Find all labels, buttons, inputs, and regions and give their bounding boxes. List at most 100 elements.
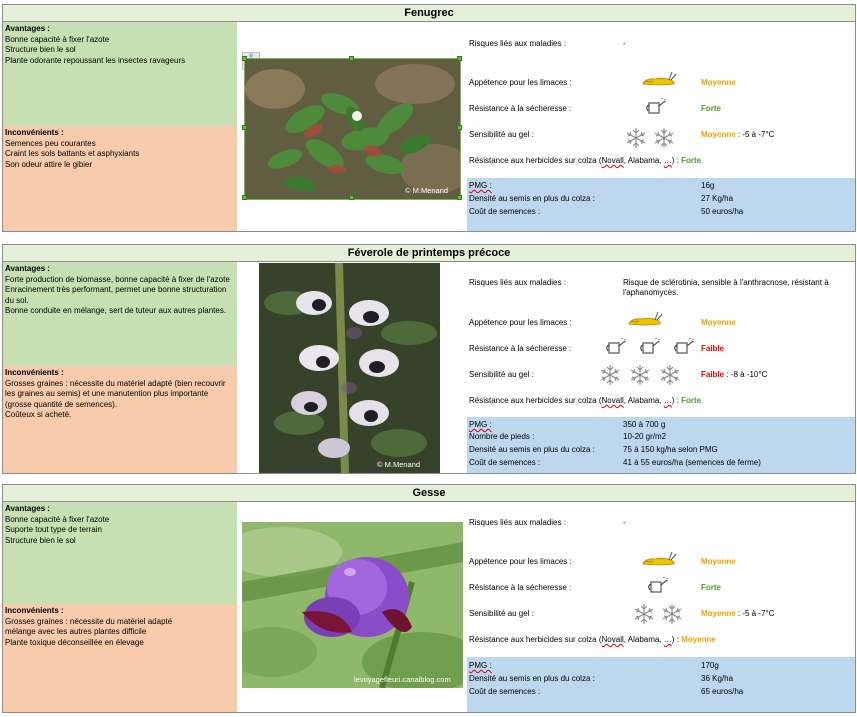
drawback-item: Son odeur attire le gibier — [5, 159, 93, 169]
snowflake-icon — [659, 364, 681, 386]
frost-level: Moyenne — [701, 130, 736, 139]
disease-value: Risque de sclérotinia, sensible à l'anth… — [623, 278, 829, 297]
advantage-item: Bonne capacité à fixer l'azote — [5, 514, 110, 524]
slug-label: Appétence pour les limaces : — [469, 318, 572, 327]
resize-handle[interactable] — [242, 56, 247, 61]
density-label: Densité au semis en plus du colza : — [469, 674, 595, 683]
drawback-item: mélange avec les autres plantes difficil… — [5, 627, 147, 636]
advantage-item: Bonne capacité à fixer l'azote — [5, 34, 110, 44]
gesse-plant-image: levoyagefleuri.canalblog.com — [242, 522, 463, 688]
drawback-item: Grosses graines : nécessite du matériel … — [5, 616, 173, 626]
cost-value: 50 euros/ha — [701, 207, 744, 216]
slug-value: Moyenne — [701, 318, 736, 327]
herbicide-value: Forte — [681, 396, 702, 405]
advantage-item: Plante odorante repoussant les insectes … — [5, 55, 186, 65]
advantage-item: Structure bien le sol — [5, 45, 76, 54]
section-title: Gesse — [3, 485, 855, 502]
advantages-header: Avantages : — [5, 24, 51, 33]
pmg-label: PMG : — [469, 420, 492, 429]
pmg-value: 16g — [701, 181, 715, 190]
resize-handle[interactable] — [242, 125, 247, 130]
plants-label: Nombre de pieds : — [469, 432, 535, 441]
drawback-item: Craint les sols battants et asphyxiants — [5, 149, 140, 158]
resize-handle[interactable] — [457, 125, 462, 130]
density-value: 36 Kg/ha — [701, 674, 734, 683]
seed-info-block — [467, 657, 855, 712]
herbicide-value: Moyenne — [681, 635, 716, 644]
fenugrec-plant-image: © M.Menand — [245, 59, 460, 199]
density-label: Densité au semis en plus du colza : — [469, 445, 595, 454]
frost-label: Sensibilité au gel : — [469, 609, 534, 618]
snowflake-icon — [661, 603, 683, 625]
herbicide-value: Forte — [681, 156, 702, 165]
section-title: Féverole de printemps précoce — [3, 245, 855, 262]
drawbacks-block: Inconvénients : Grosses graines : nécess… — [3, 366, 237, 473]
disease-label: Risques liés aux maladies : — [469, 278, 566, 287]
watering-can-icon — [603, 337, 627, 355]
frost-range: : -5 à -7°C — [735, 609, 775, 618]
snowflake-icon — [653, 127, 675, 149]
drought-value: Forte — [701, 583, 721, 592]
pmg-value: 350 à 700 g — [623, 420, 666, 429]
slug-label: Appétence pour les limaces : — [469, 78, 572, 87]
resize-handle[interactable] — [242, 195, 247, 200]
herbicide-label: Résistance aux herbicides sur colza (Nov… — [469, 635, 716, 644]
frost-level: Moyenne — [701, 609, 736, 618]
watering-can-icon — [645, 576, 669, 594]
slug-icon — [641, 69, 677, 87]
advantage-item: Bonne conduite en mélange, sert de tuteu… — [5, 306, 227, 315]
section-gesse: Gesse Avantages : Bonne capacité à fixer… — [2, 484, 856, 713]
density-value: 27 Kg/ha — [701, 194, 734, 203]
herbicide-label: Résistance aux herbicides sur colza (Nov… — [469, 156, 702, 165]
snowflake-icon — [633, 603, 655, 625]
photo-gesse[interactable]: levoyagefleuri.canalblog.com — [242, 522, 463, 688]
disease-value: - — [623, 518, 626, 527]
section-feverole: Féverole de printemps précoce Avantages … — [2, 244, 856, 474]
advantages-header: Avantages : — [5, 264, 51, 273]
snowflake-icon — [625, 127, 647, 149]
advantage-item: Forte production de biomasse, bonne capa… — [5, 274, 230, 284]
disease-value: - — [623, 39, 626, 48]
slug-value: Moyenne — [701, 557, 736, 566]
frost-label: Sensibilité au gel : — [469, 130, 534, 139]
drawbacks-header: Inconvénients : — [5, 128, 64, 137]
herbicide-label: Résistance aux herbicides sur colza (Nov… — [469, 396, 702, 405]
frost-level: Faible — [701, 370, 725, 379]
drawbacks-header: Inconvénients : — [5, 368, 64, 377]
resize-handle[interactable] — [457, 195, 462, 200]
density-value: 75 à 150 kg/ha selon PMG — [623, 445, 718, 454]
cost-value: 65 euros/ha — [701, 687, 744, 696]
resize-handle[interactable] — [349, 195, 354, 200]
disease-label: Risques liés aux maladies : — [469, 518, 566, 527]
advantages-block: Avantages : Bonne capacité à fixer l'azo… — [3, 22, 237, 126]
photo-credit: © M.Menand — [377, 460, 420, 469]
disease-label: Risques liés aux maladies : — [469, 39, 566, 48]
photo-fenugrec[interactable]: © M.Menand — [244, 58, 461, 200]
photo-feverole[interactable]: © M.Menand — [259, 263, 440, 473]
frost-range: : -8 à -10°C — [724, 370, 768, 379]
photo-credit: levoyagefleuri.canalblog.com — [354, 675, 451, 684]
snowflake-icon — [599, 364, 621, 386]
snowflake-icon — [629, 364, 651, 386]
slug-icon — [641, 549, 677, 567]
density-label: Densité au semis en plus du colza : — [469, 194, 595, 203]
photo-credit: © M.Menand — [405, 186, 448, 195]
drought-label: Résistance à la sécheresse : — [469, 583, 572, 592]
frost-label: Sensibilité au gel : — [469, 370, 534, 379]
drawback-item: Plante toxique déconseillée en élevage — [5, 637, 144, 647]
drought-value: Faible — [701, 344, 725, 353]
watering-can-icon — [637, 337, 661, 355]
pmg-value: 170g — [701, 661, 719, 670]
drawback-item: Semences peu courantes — [5, 138, 96, 148]
resize-handle[interactable] — [349, 56, 354, 61]
feverole-plant-image: © M.Menand — [259, 263, 440, 473]
advantages-header: Avantages : — [5, 504, 51, 513]
drought-value: Forte — [701, 104, 721, 113]
pmg-label: PMG : — [469, 181, 492, 190]
section-fenugrec: Fenugrec Avantages : Bonne capacité à fi… — [2, 4, 856, 232]
frost-range: : -5 à -7°C — [735, 130, 775, 139]
drawback-item: Coûteux si acheté. — [5, 410, 72, 419]
resize-handle[interactable] — [457, 56, 462, 61]
frost-value: Faible : -8 à -10°C — [701, 370, 767, 379]
drawback-item: Grosses graines : nécessite du matériel … — [5, 378, 226, 409]
